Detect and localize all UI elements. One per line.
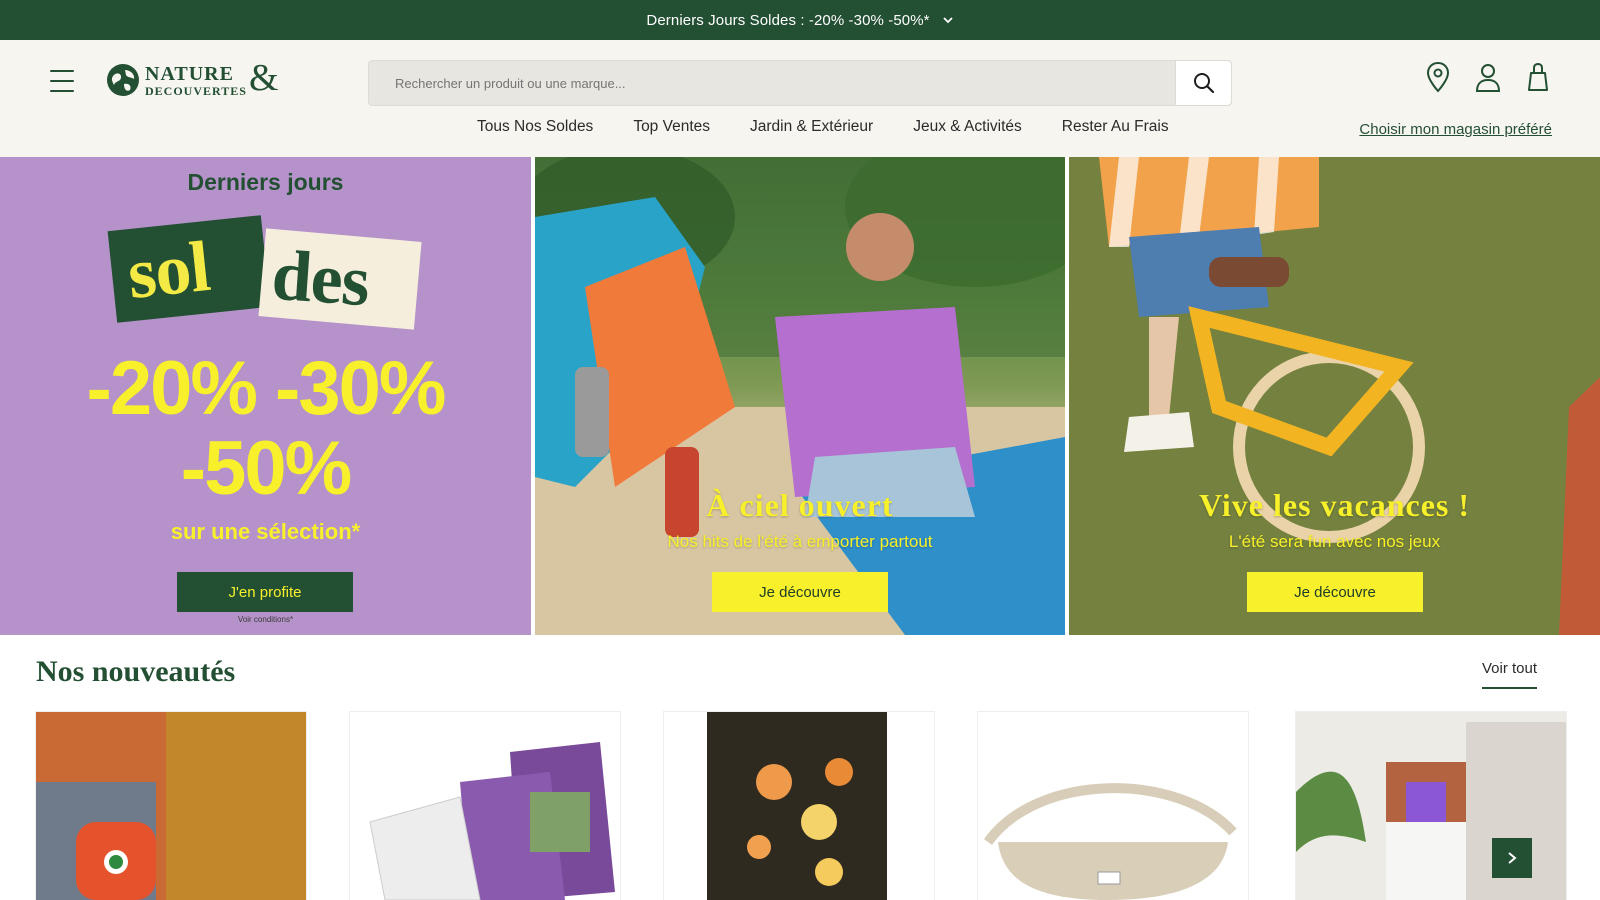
- soldes-word-part2: des: [269, 234, 372, 322]
- search-input[interactable]: [369, 61, 1175, 105]
- nav-item-jardin[interactable]: Jardin & Extérieur: [750, 118, 873, 136]
- account-button[interactable]: [1474, 60, 1502, 94]
- site-header: NATURE DECOUVERTES & Tous Nos Soldes Top…: [0, 40, 1600, 157]
- main-nav: Tous Nos Soldes Top Ventes Jardin & Exté…: [477, 118, 1209, 136]
- logo-words: NATURE DECOUVERTES: [145, 64, 247, 97]
- shopping-bag-icon: [1528, 62, 1548, 91]
- map-pin-icon: [1426, 61, 1450, 93]
- vacances-banner[interactable]: Vive les vacances ! L'été sera fun avec …: [1069, 157, 1600, 635]
- product-image-guide: [350, 712, 620, 900]
- user-icon: [1475, 64, 1501, 92]
- discount-line2: -50%: [180, 426, 352, 511]
- nav-item-rester-au-frais[interactable]: Rester Au Frais: [1062, 118, 1169, 136]
- soldes-kicker: Derniers jours: [187, 169, 344, 195]
- product-image-bag: [978, 712, 1248, 900]
- hero-banners: Derniers jours sol des -20% -30% -50% su…: [0, 157, 1600, 635]
- product-card-lights[interactable]: [664, 712, 934, 900]
- vacances-subtitle: L'été sera fun avec nos jeux: [1228, 532, 1441, 551]
- header-icons: [1424, 60, 1552, 94]
- product-card-speaker[interactable]: [36, 712, 306, 900]
- ciel-title: À ciel ouvert: [706, 487, 894, 523]
- soldes-word-part1: sol: [123, 225, 213, 315]
- vacances-title: Vive les vacances !: [1198, 487, 1471, 523]
- jen-profite-button[interactable]: J'en profite: [177, 572, 353, 612]
- chevron-down-icon[interactable]: [942, 14, 954, 26]
- camping-photo: [535, 157, 1065, 635]
- new-products-carousel: [36, 712, 1566, 900]
- product-card-bag[interactable]: [978, 712, 1248, 900]
- globe-logo-icon: [107, 64, 139, 96]
- ciel-subtitle: Nos hits de l'été à emporter partout: [667, 532, 933, 551]
- logo-line2: DECOUVERTES: [145, 83, 247, 98]
- ciel-discover-button[interactable]: Je découvre: [712, 572, 888, 612]
- chevron-right-icon: [1508, 852, 1517, 864]
- discount-line1: -20% -30%: [86, 346, 447, 431]
- nav-item-jeux[interactable]: Jeux & Activités: [913, 118, 1022, 136]
- section-title: Nos nouveautés: [36, 655, 236, 688]
- logo[interactable]: NATURE DECOUVERTES &: [105, 57, 280, 102]
- selection-note: sur une sélection*: [170, 519, 361, 544]
- carousel-next-button[interactable]: [1492, 838, 1532, 878]
- menu-icon[interactable]: [50, 70, 74, 92]
- store-locator-button[interactable]: [1424, 60, 1452, 94]
- promo-bar[interactable]: Derniers Jours Soldes : -20% -30% -50%*: [0, 0, 1600, 40]
- search-bar: [368, 60, 1232, 106]
- product-image-speaker: [36, 712, 306, 900]
- vacances-discover-button[interactable]: Je découvre: [1247, 572, 1423, 612]
- nav-item-top-ventes[interactable]: Top Ventes: [633, 118, 710, 136]
- product-image-lights: [664, 712, 934, 900]
- choose-store-link[interactable]: Choisir mon magasin préféré: [1359, 121, 1552, 138]
- soldes-banner[interactable]: Derniers jours sol des -20% -30% -50% su…: [0, 157, 531, 635]
- product-card-guide[interactable]: [350, 712, 620, 900]
- kid-bike-photo: [1069, 157, 1600, 635]
- see-all-link[interactable]: Voir tout: [1482, 660, 1538, 689]
- cart-button[interactable]: [1524, 60, 1552, 94]
- conditions-link[interactable]: Voir conditions*: [0, 615, 531, 624]
- promo-text: Derniers Jours Soldes : -20% -30% -50%*: [646, 11, 930, 29]
- logo-ampersand: &: [248, 57, 279, 99]
- logo-line1: NATURE: [145, 62, 234, 85]
- nav-item-soldes[interactable]: Tous Nos Soldes: [477, 118, 593, 136]
- ciel-ouvert-banner[interactable]: À ciel ouvert Nos hits de l'été à emport…: [535, 157, 1065, 635]
- search-icon: [1193, 73, 1214, 94]
- search-button[interactable]: [1175, 61, 1231, 105]
